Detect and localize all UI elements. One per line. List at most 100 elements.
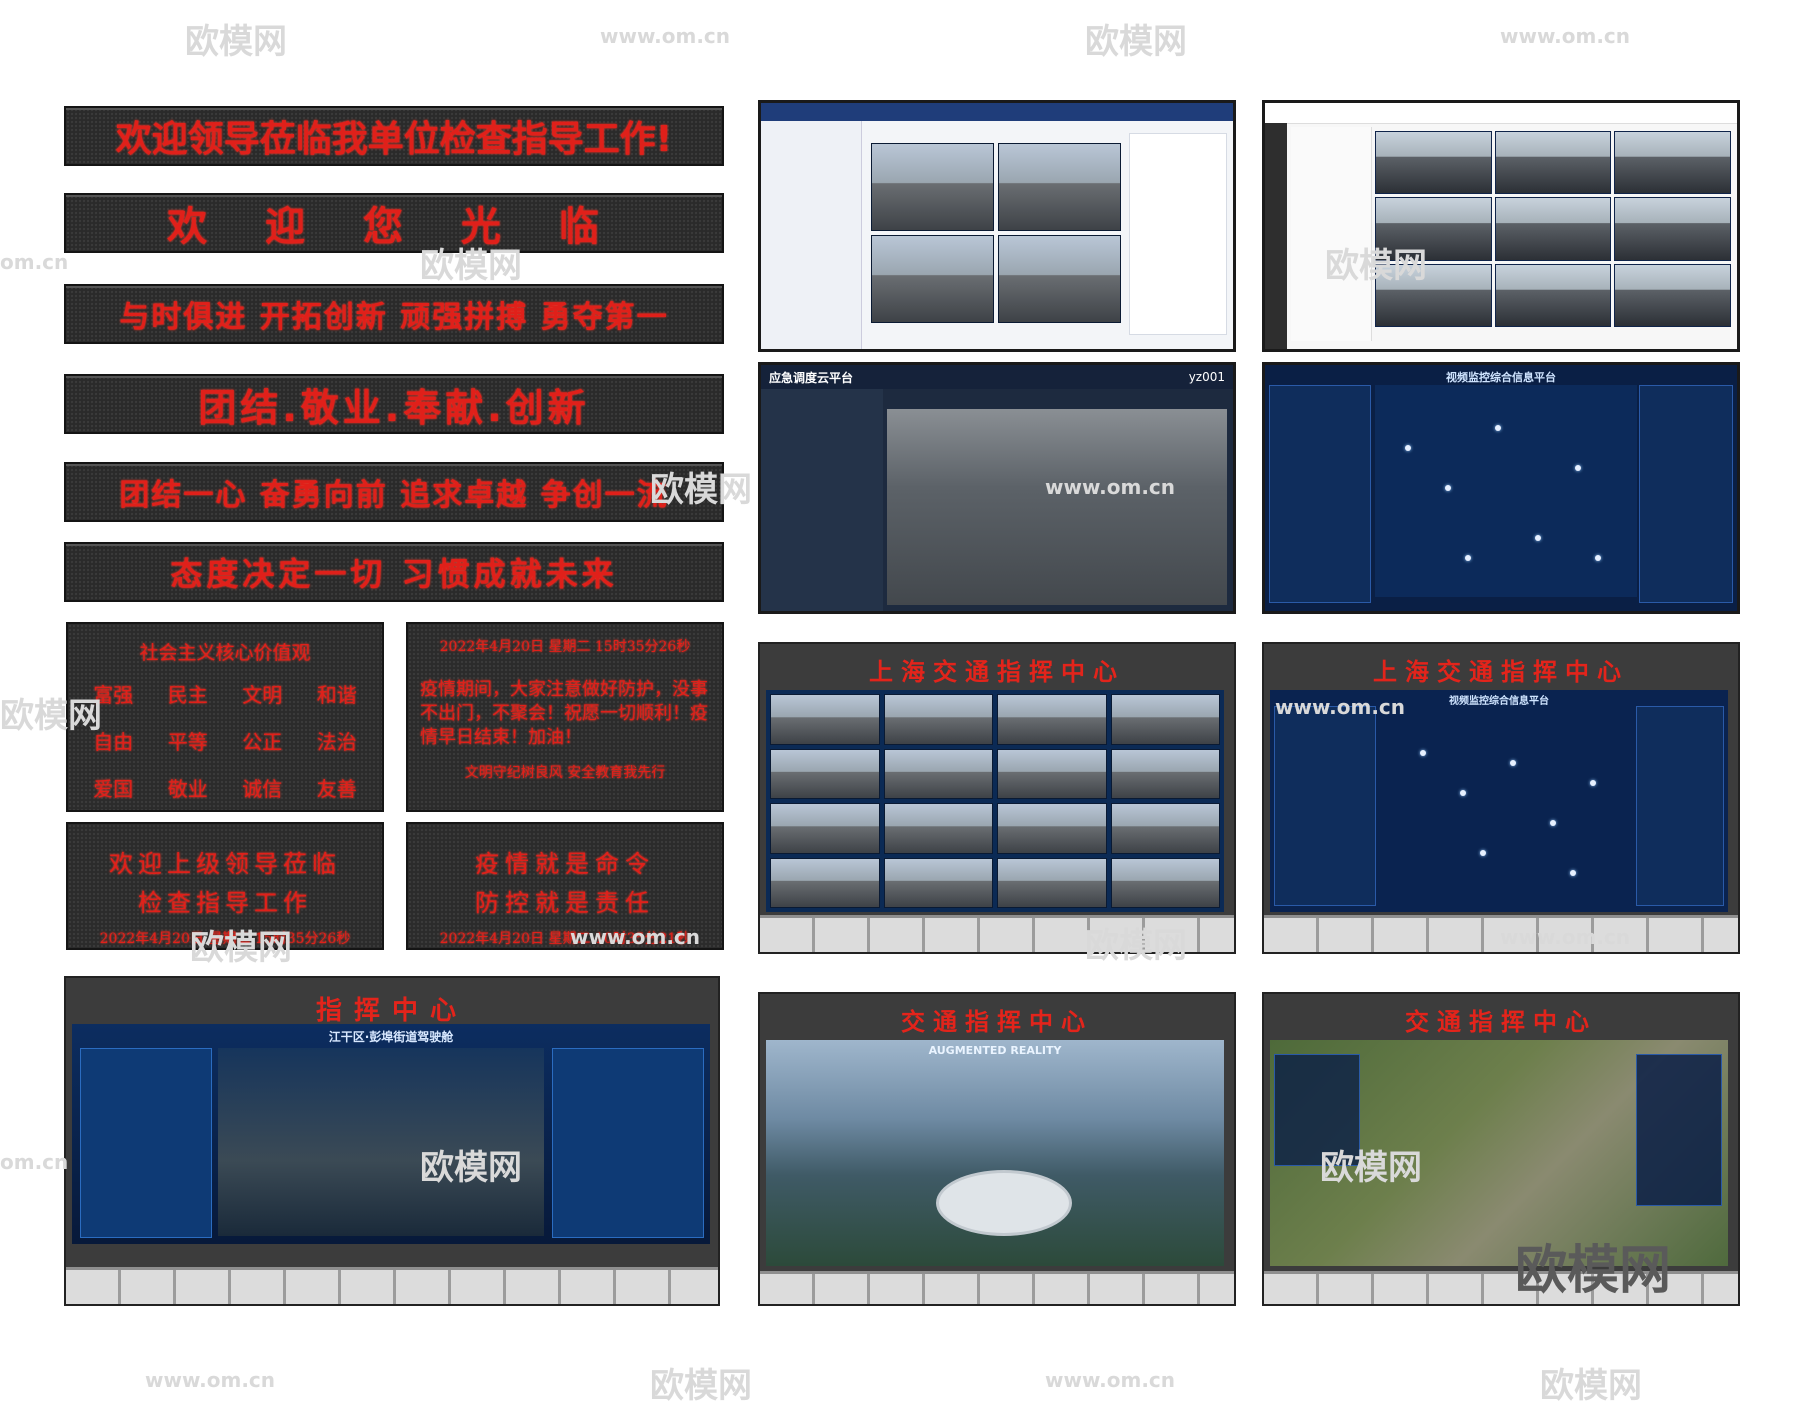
led-sign-text: 团结一心 奋勇向前 追求卓越 争创一流 [119, 478, 669, 513]
wall-title: 交通指挥中心 [901, 1008, 1093, 1036]
value-item: 平等 [167, 730, 208, 754]
app-header-bar: 应急调度云平台 yz001 [761, 365, 1233, 389]
map-marker [1495, 425, 1501, 431]
notice-text: 疫情期间，大家注意做好防护，没事不出门，不聚会！祝愿一切顺利！疫情早日结束！加油… [420, 679, 708, 748]
camera-tile [997, 694, 1107, 745]
user-name: yz001 [1188, 370, 1225, 384]
watermark-logo: 欧模网 [1325, 246, 1427, 286]
camera-tile [770, 694, 880, 745]
welcome-line1: 欢迎上级领导莅临 [109, 850, 341, 878]
led-sign-welcome: 欢 迎 您 光 临 [64, 193, 724, 253]
camera-tile [883, 748, 993, 799]
watermark-logo: 欧模网 [420, 246, 522, 286]
map-wall-screen: 视频监控综合信息平台 [1270, 690, 1728, 912]
camera-tile [998, 235, 1121, 323]
map-marker [1550, 820, 1556, 826]
cabinet-row [760, 1271, 1234, 1304]
camera-tile [1110, 694, 1220, 745]
led-sign-text: 欢迎领导莅临我单位检查指导工作! [115, 119, 673, 160]
led-sign-attitude: 态度决定一切 习惯成就未来 [64, 542, 724, 602]
welcome-line2: 检查指导工作 [138, 889, 312, 917]
value-item: 文明 [242, 683, 283, 707]
ar-header: AUGMENTED REALITY [928, 1044, 1062, 1057]
watermark-url: www.om.cn [1275, 695, 1406, 719]
watermark-logo: 欧模网 [190, 928, 292, 968]
app-title: 应急调度云平台 [769, 370, 854, 385]
camera-grid [1375, 131, 1731, 327]
core-values-panel: 社会主义核心价值观 富强 民主 文明 和谐 自由 平等 公正 法治 爱国 敬业 … [66, 622, 384, 812]
watermark-logo: 欧模网 [185, 22, 287, 62]
watermark-logo: 欧模网 [1540, 1366, 1642, 1406]
camera-tile [1614, 263, 1731, 327]
camera-tile [997, 803, 1107, 854]
app-sidebar [1265, 123, 1287, 349]
map-right-panel [1636, 706, 1724, 906]
camera-tile [998, 143, 1121, 231]
led-sign-text: 态度决定一切 习惯成就未来 [170, 555, 618, 593]
camera-tile [883, 803, 993, 854]
watermark-url: www.om.cn [1500, 925, 1631, 949]
map-marker [1595, 555, 1601, 561]
watermark-url: www.om.cn [1045, 475, 1176, 499]
notice-datetime: 2022年4月20日 星期二 15时35分26秒 [439, 639, 691, 655]
map-marker [1510, 760, 1516, 766]
watermark-url: www.om.cn [570, 925, 701, 949]
map-left-panel [1274, 706, 1376, 906]
value-item: 爱国 [93, 777, 134, 801]
camera-tile [770, 803, 880, 854]
value-item: 法治 [316, 730, 357, 754]
led-sign-excellence: 团结一心 奋勇向前 追求卓越 争创一流 [64, 462, 724, 522]
map-marker [1535, 535, 1541, 541]
watermark-logo: 欧模网 [1085, 22, 1187, 62]
map-marker [1460, 790, 1466, 796]
watermark-url: om.cn [0, 250, 69, 274]
value-item: 友善 [316, 777, 357, 801]
camera-tile [1494, 263, 1612, 327]
ar-screen: AUGMENTED REALITY [766, 1040, 1224, 1266]
map-left-panel [1269, 385, 1371, 603]
watermark-url: www.om.cn [1500, 24, 1631, 48]
notice-footer: 文明守纪树良风 安全教育我先行 [464, 765, 666, 781]
wall-title: 上海交通指挥中心 [869, 658, 1125, 686]
live-video-main [887, 409, 1227, 605]
epidemic-line1: 疫情就是命令 [475, 850, 655, 878]
intelligent-video-screenshot [1262, 100, 1740, 352]
video-management-screenshot [758, 100, 1236, 352]
led-sign-welcome-leaders: 欢迎领导莅临我单位检查指导工作! [64, 106, 724, 166]
watermark-url: www.om.cn [1045, 1368, 1176, 1392]
led-sign-progress: 与时俱进 开拓创新 顽强拼搏 勇夺第一 [64, 284, 724, 344]
led-sign-text: 欢 迎 您 光 临 [167, 204, 621, 250]
epidemic-line2: 防控就是责任 [475, 889, 655, 917]
led-sign-text: 团结.敬业.奉献.创新 [198, 385, 590, 430]
wall-title: 上海交通指挥中心 [1373, 658, 1629, 686]
traffic-command-wall-ar: 交通指挥中心 AUGMENTED REALITY [758, 992, 1236, 1306]
camera-wall-screen [766, 690, 1224, 912]
device-list-panel [761, 389, 883, 611]
value-item: 和谐 [316, 683, 357, 707]
camera-grid [871, 143, 1121, 323]
watermark-logo: 欧模网 [0, 696, 102, 736]
value-item: 敬业 [167, 777, 208, 801]
map-marker [1445, 485, 1451, 491]
dashboard-left-panel [80, 1048, 212, 1238]
map-marker [1420, 750, 1426, 756]
value-item: 民主 [167, 683, 208, 707]
camera-tile [1494, 131, 1612, 195]
notice-panel: 2022年4月20日 星期二 15时35分26秒 疫情期间，大家注意做好防护，没… [406, 622, 724, 812]
watermark-logo-large: 欧模网 [1515, 1241, 1672, 1301]
camera-tile [883, 694, 993, 745]
camera-tile [997, 748, 1107, 799]
map-marker [1590, 780, 1596, 786]
map-marker [1575, 465, 1581, 471]
value-item: 诚信 [242, 777, 283, 801]
map-marker [1405, 445, 1411, 451]
app-right-table [1129, 133, 1227, 335]
watermark-logo: 欧模网 [650, 1366, 752, 1406]
camera-tile [1375, 131, 1492, 195]
camera-tile [1614, 131, 1731, 195]
camera-tile [871, 235, 994, 323]
camera-tile [1494, 197, 1612, 261]
watermark-logo: 欧模网 [1320, 1148, 1422, 1188]
dashboard-screen: 江干区·彭埠街道驾驶舱 [72, 1024, 710, 1244]
watermark-logo: 欧模网 [650, 470, 752, 510]
